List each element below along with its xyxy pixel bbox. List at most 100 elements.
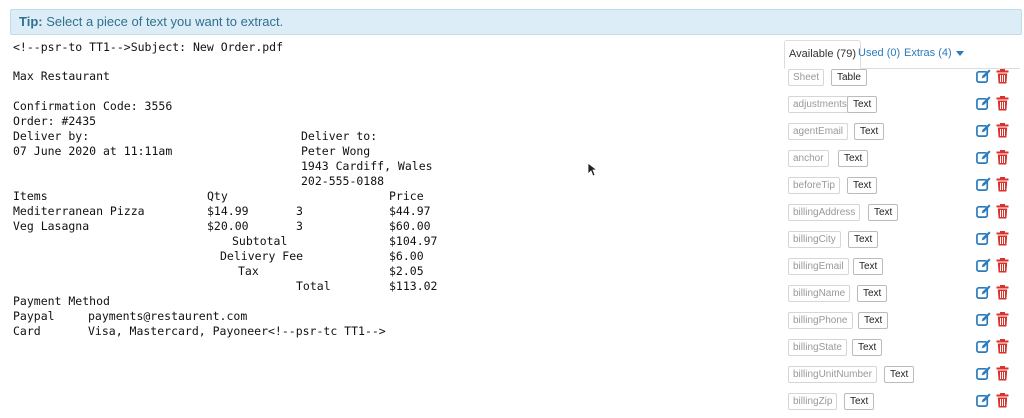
- trash-icon[interactable]: [996, 69, 1009, 84]
- field-row[interactable]: billingUnitNumber Text: [784, 364, 1020, 388]
- payment-method-title[interactable]: Payment Method: [13, 294, 110, 309]
- field-name[interactable]: anchor: [788, 150, 829, 167]
- field-type[interactable]: Text: [857, 285, 888, 302]
- field-type[interactable]: Text: [847, 177, 878, 194]
- payment-method-name[interactable]: Paypal: [13, 309, 55, 324]
- item-unit-price[interactable]: $14.99: [207, 204, 249, 219]
- tab-used[interactable]: Used (0): [854, 40, 904, 67]
- field-row[interactable]: Sheet Table: [784, 67, 1020, 91]
- trash-icon[interactable]: [996, 366, 1009, 381]
- trash-icon[interactable]: [996, 339, 1009, 354]
- total-label[interactable]: Total: [296, 279, 331, 294]
- field-row[interactable]: billingPhone Text: [784, 310, 1020, 334]
- tax-label[interactable]: Tax: [238, 264, 259, 279]
- deliver-to-phone[interactable]: 202-555-0188: [301, 174, 384, 189]
- edit-icon[interactable]: [976, 150, 991, 165]
- deliver-by-value[interactable]: 07 June 2020 at 11:11am: [13, 144, 172, 159]
- tab-available[interactable]: Available (79): [784, 40, 862, 69]
- document-view[interactable]: <!--psr-to TT1-->Subject: New Order.pdf …: [13, 0, 773, 418]
- field-name[interactable]: billingName: [788, 285, 851, 302]
- deliver-by-label[interactable]: Deliver by:: [13, 129, 89, 144]
- payment-method-name[interactable]: Card: [13, 324, 41, 339]
- trash-icon[interactable]: [996, 177, 1009, 192]
- field-name[interactable]: billingState: [788, 339, 847, 356]
- trash-icon[interactable]: [996, 123, 1009, 138]
- field-name[interactable]: billingPhone: [788, 312, 853, 329]
- field-row[interactable]: billingName Text: [784, 283, 1020, 307]
- item-unit-price[interactable]: $20.00: [207, 219, 249, 234]
- field-type[interactable]: Text: [847, 96, 878, 113]
- caret-down-icon[interactable]: [956, 51, 964, 56]
- trash-icon[interactable]: [996, 285, 1009, 300]
- trash-icon[interactable]: [996, 204, 1009, 219]
- trash-icon[interactable]: [996, 258, 1009, 273]
- edit-icon[interactable]: [976, 258, 991, 273]
- item-name[interactable]: Mediterranean Pizza: [13, 204, 145, 219]
- field-name[interactable]: Sheet: [788, 69, 825, 86]
- edit-icon[interactable]: [976, 339, 991, 354]
- field-type[interactable]: Text: [844, 393, 875, 410]
- field-name[interactable]: adjustments: [788, 96, 852, 113]
- field-name[interactable]: billingEmail: [788, 258, 849, 275]
- field-name[interactable]: billingCity: [788, 231, 841, 248]
- tax-value[interactable]: $2.05: [389, 264, 424, 279]
- field-name[interactable]: agentEmail: [788, 123, 849, 140]
- edit-icon[interactable]: [976, 96, 991, 111]
- field-name[interactable]: billingAddress: [788, 204, 861, 221]
- field-row[interactable]: billingZip Text: [784, 391, 1020, 415]
- edit-icon[interactable]: [976, 366, 991, 381]
- field-row[interactable]: billingAddress Text: [784, 202, 1020, 226]
- order-number[interactable]: Order: #2435: [13, 114, 96, 129]
- field-row[interactable]: agentEmail Text: [784, 121, 1020, 145]
- edit-icon[interactable]: [976, 285, 991, 300]
- field-row[interactable]: beforeTip Text: [784, 175, 1020, 199]
- doc-header[interactable]: <!--psr-to TT1-->Subject: New Order.pdf: [13, 40, 283, 55]
- field-row[interactable]: billingEmail Text: [784, 256, 1020, 280]
- field-row[interactable]: billingCity Text: [784, 229, 1020, 253]
- tab-extras[interactable]: Extras (4): [900, 40, 956, 67]
- edit-icon[interactable]: [976, 312, 991, 327]
- trash-icon[interactable]: [996, 393, 1009, 408]
- field-type[interactable]: Text: [853, 258, 884, 275]
- confirmation-code[interactable]: Confirmation Code: 3556: [13, 99, 172, 114]
- item-qty[interactable]: 3: [296, 219, 303, 234]
- field-row[interactable]: adjustments Text: [784, 94, 1020, 118]
- deliver-to-label[interactable]: Deliver to:: [301, 129, 377, 144]
- field-type[interactable]: Text: [838, 150, 869, 167]
- edit-icon[interactable]: [976, 123, 991, 138]
- trash-icon[interactable]: [996, 96, 1009, 111]
- field-row[interactable]: billingState Text: [784, 337, 1020, 361]
- items-header[interactable]: Items: [13, 189, 48, 204]
- trash-icon[interactable]: [996, 231, 1009, 246]
- delivery-fee-value[interactable]: $6.00: [389, 249, 424, 264]
- price-header[interactable]: Price: [389, 189, 424, 204]
- field-type[interactable]: Text: [854, 123, 885, 140]
- field-type[interactable]: Text: [858, 312, 889, 329]
- subtotal-value[interactable]: $104.97: [389, 234, 437, 249]
- field-type[interactable]: Table: [831, 69, 867, 86]
- edit-icon[interactable]: [976, 231, 991, 246]
- payment-method-detail[interactable]: Visa, Mastercard, Payoneer<!--psr-tc TT1…: [88, 324, 386, 339]
- trash-icon[interactable]: [996, 312, 1009, 327]
- qty-header[interactable]: Qty: [207, 189, 228, 204]
- payment-method-detail[interactable]: payments@restaurent.com: [88, 309, 247, 324]
- field-name[interactable]: beforeTip: [788, 177, 840, 194]
- deliver-to-address[interactable]: 1943 Cardiff, Wales: [301, 159, 433, 174]
- item-qty[interactable]: 3: [296, 204, 303, 219]
- field-type[interactable]: Text: [852, 339, 883, 356]
- edit-icon[interactable]: [976, 177, 991, 192]
- restaurant-name[interactable]: Max Restaurant: [13, 69, 110, 84]
- item-price[interactable]: $60.00: [389, 219, 431, 234]
- field-type[interactable]: Text: [884, 366, 915, 383]
- total-value[interactable]: $113.02: [389, 279, 437, 294]
- edit-icon[interactable]: [976, 204, 991, 219]
- field-type[interactable]: Text: [868, 204, 899, 221]
- item-name[interactable]: Veg Lasagna: [13, 219, 89, 234]
- edit-icon[interactable]: [976, 69, 991, 84]
- field-row[interactable]: anchor Text: [784, 148, 1020, 172]
- field-name[interactable]: billingUnitNumber: [788, 366, 877, 383]
- edit-icon[interactable]: [976, 393, 991, 408]
- trash-icon[interactable]: [996, 150, 1009, 165]
- field-name[interactable]: billingZip: [788, 393, 838, 410]
- item-price[interactable]: $44.97: [389, 204, 431, 219]
